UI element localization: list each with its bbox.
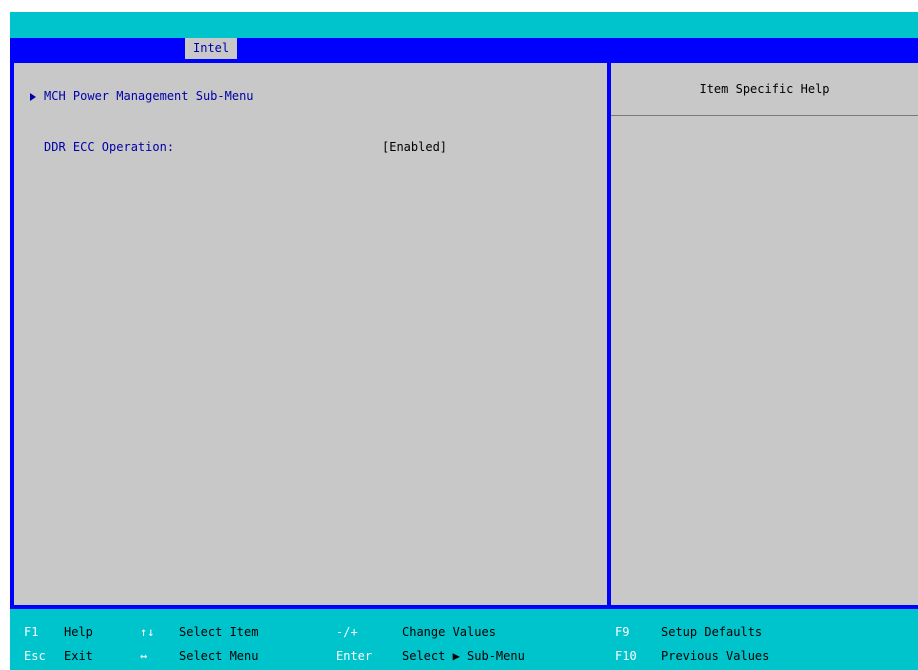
key-enter: Enter <box>336 649 373 663</box>
select-submenu-desc: Select ▶ Sub-Menu <box>402 649 525 663</box>
key-minus-plus: -/+ <box>336 625 358 639</box>
previous-values-desc: Previous Values <box>661 649 770 663</box>
key-esc: Esc <box>24 649 46 663</box>
select-menu-desc: Select Menu <box>179 649 259 663</box>
help-header: Item Specific Help <box>611 63 918 116</box>
setup-defaults-desc: Setup Defaults <box>661 625 763 639</box>
key-f10: F10 <box>615 649 637 663</box>
title-bar <box>10 12 918 38</box>
key-legend-footer: F1 Help ↑↓ Select Item -/+ Change Values… <box>10 609 918 670</box>
submenu-arrow-icon <box>30 93 36 101</box>
bios-setup-screen: Intel MCH Power Management Sub-Menu DDR … <box>0 0 918 670</box>
menu-bar: Intel <box>10 38 918 59</box>
leftright-arrows-icon: ↔ <box>140 649 148 663</box>
select-item-desc: Select Item <box>179 625 259 639</box>
key-f9: F9 <box>615 625 630 639</box>
help-title: Item Specific Help <box>699 82 830 96</box>
tab-intel[interactable]: Intel <box>185 38 238 59</box>
mch-power-submenu-item[interactable]: MCH Power Management Sub-Menu <box>44 89 254 103</box>
settings-panel: MCH Power Management Sub-Menu DDR ECC Op… <box>14 63 607 605</box>
ddr-ecc-value[interactable]: [Enabled] <box>382 140 447 154</box>
change-values-desc: Change Values <box>402 625 496 639</box>
updown-arrows-icon: ↑↓ <box>140 625 155 639</box>
help-panel: Item Specific Help <box>611 63 918 605</box>
key-f1-desc: Help <box>64 625 93 639</box>
ddr-ecc-label[interactable]: DDR ECC Operation: <box>44 140 174 154</box>
key-f1: F1 <box>24 625 39 639</box>
exit-desc: Exit <box>64 649 93 663</box>
